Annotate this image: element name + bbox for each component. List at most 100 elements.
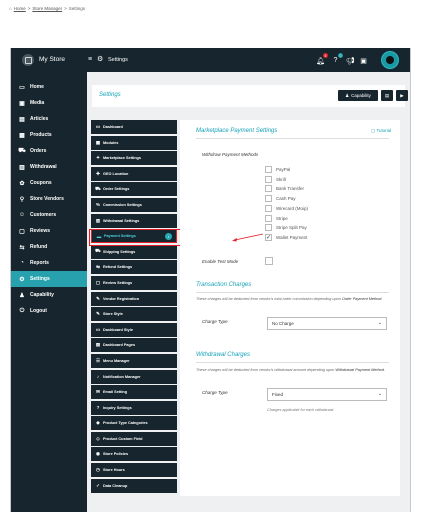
sidebar-item-reports[interactable]: ◔ Reports <box>11 255 87 271</box>
settings-menu-item[interactable]: ⛟ Shipping Settings <box>91 244 177 259</box>
payment-method-label: Bank Transfer <box>276 186 305 192</box>
payment-method-checkbox[interactable] <box>265 214 272 222</box>
test-mode-checkbox[interactable] <box>265 257 273 265</box>
sidebar-item-coupons[interactable]: ✿ Coupons <box>11 175 87 191</box>
settings-menu-item[interactable]: ? Inquiry Settings <box>91 400 177 415</box>
transaction-note-suffix: . <box>381 297 383 301</box>
settings-menu-item[interactable]: ◉ Store Policies <box>91 447 177 462</box>
transaction-charge-type-select[interactable]: No Charge ⌄ <box>267 317 387 330</box>
menu-item-icon: ▦ <box>95 139 101 145</box>
payment-method-checkbox[interactable] <box>265 195 272 203</box>
breadcrumb-home[interactable]: Home <box>14 6 26 11</box>
sidebar-item-refund[interactable]: ⇆ Refund <box>11 239 87 255</box>
sidebar-item-reviews[interactable]: ▢ Reviews <box>11 223 87 239</box>
avatar[interactable] <box>381 51 399 69</box>
menu-item-icon: ✓ <box>96 482 100 488</box>
settings-menu-item[interactable]: ▦ Modules <box>91 135 177 150</box>
menu-item-label: Dashboard Style <box>103 327 133 332</box>
breadcrumb-store-manager[interactable]: Store Manager <box>32 6 62 11</box>
settings-menu-item[interactable]: ◷ Store Hours <box>91 463 177 478</box>
sidebar-item-products[interactable]: ▦ Products <box>11 127 87 143</box>
sidebar-item-logout[interactable]: ⏻ Logout <box>11 303 87 319</box>
sidebar-item-store-vendors[interactable]: ⚲ Store Vendors <box>11 191 87 207</box>
cart-icon: ⛟ <box>18 148 26 154</box>
gear-icon: ⚙ <box>97 56 104 63</box>
payment-method-option[interactable]: PayPal <box>265 166 290 173</box>
tutorial-link[interactable]: ▢ Tutorial <box>371 128 391 134</box>
settings-menu-item[interactable]: ◆ Product Type Categories <box>91 416 177 431</box>
sidebar-item-settings[interactable]: ⚙ Settings <box>11 271 87 287</box>
payment-method-label: Wirecard (Moip) <box>276 205 309 211</box>
transaction-note: These charges will be deducted from vend… <box>196 296 396 302</box>
breadcrumb-separator: > <box>27 6 31 11</box>
payment-method-checkbox[interactable] <box>265 204 272 212</box>
settings-menu-item[interactable]: ✎ Vendor Registration <box>91 291 177 306</box>
payment-method-option[interactable]: Wirecard (Moip) <box>265 204 309 212</box>
store-name[interactable]: My Store <box>39 56 65 63</box>
sidebar-item-withdrawal[interactable]: ▥ Withdrawal <box>11 159 87 175</box>
payment-method-checkbox[interactable] <box>265 175 272 183</box>
settings-menu-item[interactable]: ◇ Product Custom Field <box>91 431 177 446</box>
settings-menu-item[interactable]: ⇆ Refund Settings <box>91 260 177 275</box>
annotation-arrow <box>232 233 264 242</box>
settings-menu-item[interactable]: % Commission Settings <box>91 197 177 212</box>
settings-menu-item[interactable]: ▤ Dashboard Pages <box>91 338 177 353</box>
sidebar-item-capability[interactable]: ♟ Capability <box>11 287 87 303</box>
payment-method-option[interactable]: Stripe <box>265 214 288 222</box>
transaction-note-link: Order Payment Method <box>341 297 382 301</box>
notification-badge: 5 <box>323 53 328 58</box>
payment-method-checkbox[interactable] <box>265 224 272 232</box>
payment-method-option[interactable]: Skrill <box>265 175 286 183</box>
transaction-charge-type-label: Charge Type <box>202 319 228 324</box>
transaction-note-text: These charges will be deducted from vend… <box>196 297 342 301</box>
payment-method-option[interactable]: ✓ Wallet Payment <box>265 233 307 241</box>
help-badge: 0 <box>338 53 343 58</box>
home-icon[interactable]: ⌂ <box>9 6 12 11</box>
payment-method-label: Cash Pay <box>276 196 296 202</box>
store-front-icon[interactable]: ▣ <box>359 56 368 65</box>
payment-method-option[interactable]: Stripe Split Pay <box>265 224 307 232</box>
sidebar-item-media[interactable]: ▣ Media <box>11 95 87 111</box>
settings-menu-item[interactable]: ☰ Menu Manager <box>91 353 177 368</box>
settings-menu-item[interactable]: ✎ Store Style <box>91 307 177 322</box>
briefcase-icon: ▤ <box>384 92 390 98</box>
page-header: Settings ♟ Capability ▤ ▶ <box>92 85 408 107</box>
megaphone-icon[interactable]: 📢︎ <box>346 56 355 65</box>
divider <box>196 362 389 363</box>
menu-item-label: Email Setting <box>103 390 128 395</box>
settings-menu-item[interactable]: ♪ Notification Manager <box>91 369 177 384</box>
highlight-box <box>89 229 181 246</box>
payment-method-checkbox[interactable] <box>265 185 272 193</box>
gear-icon: ⚙ <box>19 276 25 283</box>
sidebar-item-home[interactable]: ▭ Home <box>11 79 87 95</box>
settings-menu-item[interactable]: ▥ Withdrawal Settings <box>91 213 177 228</box>
settings-menu-item[interactable]: ▭ Dashboard Style <box>91 322 177 337</box>
settings-menu-item[interactable]: ▭ Dashboard <box>91 120 177 134</box>
payment-method-option[interactable]: Cash Pay <box>265 195 296 203</box>
settings-menu-item[interactable]: ✉ Email Setting <box>91 385 177 400</box>
menu-item-label: Withdrawal Settings <box>103 218 140 223</box>
sidebar-item-customers[interactable]: ☺ Customers <box>11 207 87 223</box>
settings-menu-item[interactable]: ✦ Marketplace Settings <box>91 151 177 166</box>
payment-method-label: Stripe Split Pay <box>276 225 307 231</box>
store-icon[interactable] <box>22 54 34 66</box>
menu-toggle-icon[interactable]: ≡ <box>88 56 92 63</box>
settings-menu-item[interactable]: ✓ Data Cleanup <box>91 478 177 493</box>
menu-item-icon: ◆ <box>96 420 100 426</box>
settings-menu-item[interactable]: ▢ Review Settings <box>91 275 177 290</box>
payment-method-option[interactable]: Bank Transfer <box>265 185 305 193</box>
payment-method-checkbox[interactable]: ✓ <box>265 233 272 241</box>
withdrawal-note-link: Withdrawal Payment Method <box>335 368 384 372</box>
page-title: Settings <box>99 92 121 98</box>
payment-method-checkbox[interactable] <box>265 166 272 173</box>
sidebar-item-label: Reviews <box>30 228 51 234</box>
capability-button[interactable]: ♟ Capability <box>338 90 378 101</box>
video-button[interactable]: ▶ <box>396 90 408 101</box>
settings-menu-item[interactable]: ✚ GEO Location <box>91 166 177 181</box>
withdrawal-charge-type-select[interactable]: Fixed ⌄ <box>267 388 387 401</box>
vendors-icon: ⚲ <box>19 196 25 203</box>
dashboard-button[interactable]: ▤ <box>381 90 393 101</box>
sidebar-item-orders[interactable]: ⛟ Orders <box>11 143 87 159</box>
settings-menu-item[interactable]: ⛟ Order Settings <box>91 182 177 197</box>
sidebar-item-articles[interactable]: ▤ Articles <box>11 111 87 127</box>
